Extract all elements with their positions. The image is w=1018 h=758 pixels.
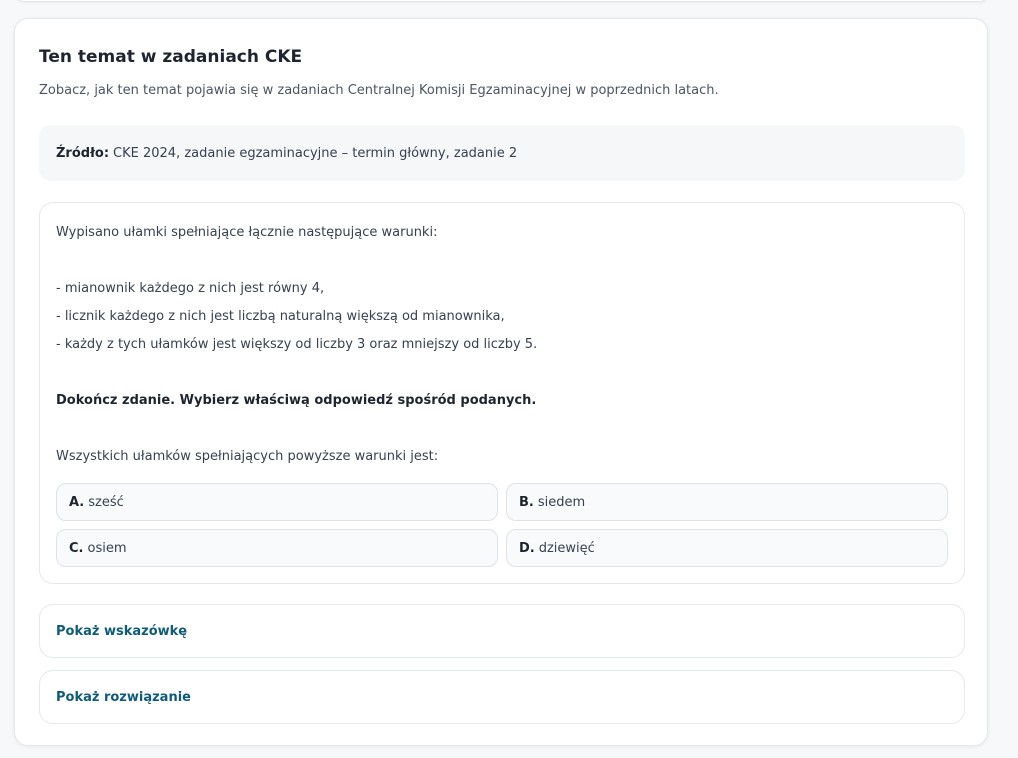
option-letter: A. xyxy=(69,494,85,510)
task-condition-1: - mianownik każdego z nich jest równy 4, xyxy=(56,281,325,296)
task-condition-2: - licznik każdego z nich jest liczbą nat… xyxy=(56,309,505,324)
answer-option-c[interactable]: C. osiem xyxy=(56,529,498,567)
section-title: Ten temat w zadaniach CKE xyxy=(39,47,303,67)
option-letter: D. xyxy=(519,540,535,556)
option-text: sześć xyxy=(88,494,124,510)
answer-option-b[interactable]: B. siedem xyxy=(506,483,948,521)
source-value: CKE 2024, zadanie egzaminacyjne – termin… xyxy=(113,145,518,161)
option-text: siedem xyxy=(537,494,586,510)
task-question: Wszystkich ułamków spełniających powyższ… xyxy=(56,449,439,464)
show-hint-label: Pokaż wskazówkę xyxy=(56,623,188,639)
source-label: Źródło: xyxy=(56,145,110,161)
section-subtitle: Zobacz, jak ten temat pojawia się w zada… xyxy=(39,83,719,98)
task-intro: Wypisano ułamki spełniające łącznie nast… xyxy=(56,225,438,240)
task-condition-3: - każdy z tych ułamków jest większy od l… xyxy=(56,337,538,352)
show-solution-label: Pokaż rozwiązanie xyxy=(56,689,191,705)
option-letter: B. xyxy=(519,494,534,510)
task-box: Wypisano ułamki spełniające łącznie nast… xyxy=(39,202,965,584)
answer-option-a[interactable]: A. sześć xyxy=(56,483,498,521)
task-instruction: Dokończ zdanie. Wybierz właściwą odpowie… xyxy=(56,393,537,408)
option-text: dziewięć xyxy=(538,540,595,556)
answer-option-d[interactable]: D. dziewięć xyxy=(506,529,948,567)
show-solution-toggle[interactable]: Pokaż rozwiązanie xyxy=(39,670,965,724)
option-text: osiem xyxy=(87,540,127,556)
previous-card xyxy=(16,0,988,2)
option-letter: C. xyxy=(69,540,84,556)
show-hint-toggle[interactable]: Pokaż wskazówkę xyxy=(39,604,965,658)
source-box: Źródło: CKE 2024, zadanie egzaminacyjne … xyxy=(39,125,965,181)
cke-tasks-card: Ten temat w zadaniach CKE Zobacz, jak te… xyxy=(14,18,988,746)
